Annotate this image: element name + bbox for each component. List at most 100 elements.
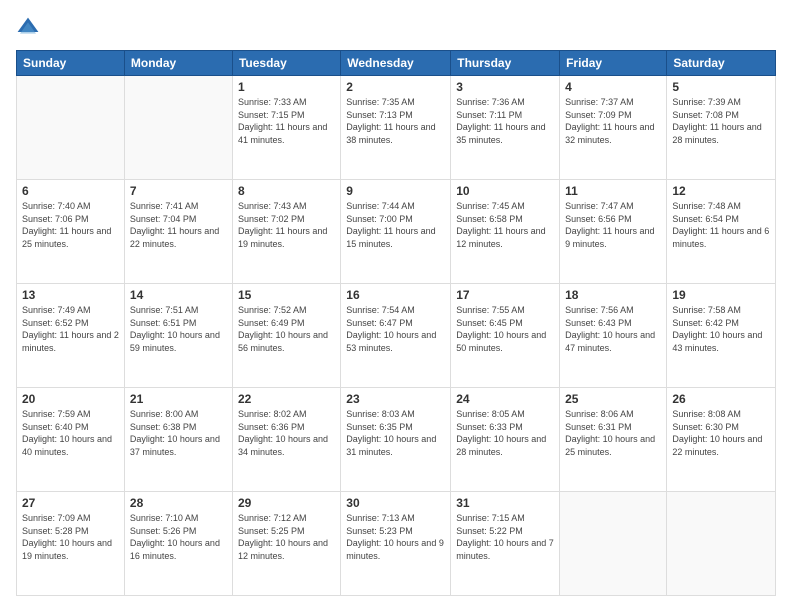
day-number: 8 <box>238 184 335 198</box>
calendar-cell <box>667 492 776 596</box>
calendar-week-3: 20 Sunrise: 7:59 AM Sunset: 6:40 PM Dayli… <box>17 388 776 492</box>
day-info: Sunrise: 7:43 AM Sunset: 7:02 PM Dayligh… <box>238 200 335 250</box>
calendar-cell: 29 Sunrise: 7:12 AM Sunset: 5:25 PM Dayli… <box>232 492 340 596</box>
day-number: 17 <box>456 288 554 302</box>
day-number: 29 <box>238 496 335 510</box>
day-number: 19 <box>672 288 770 302</box>
day-info: Sunrise: 8:03 AM Sunset: 6:35 PM Dayligh… <box>346 408 445 458</box>
day-number: 22 <box>238 392 335 406</box>
col-header-thursday: Thursday <box>451 51 560 76</box>
calendar-week-1: 6Sunrise: 7:40 AM Sunset: 7:06 PM Daylig… <box>17 180 776 284</box>
calendar-week-4: 27 Sunrise: 7:09 AM Sunset: 5:28 PM Dayli… <box>17 492 776 596</box>
day-info: Sunrise: 8:06 AM Sunset: 6:31 PM Dayligh… <box>565 408 661 458</box>
day-info: Sunrise: 7:55 AM Sunset: 6:45 PM Dayligh… <box>456 304 554 354</box>
calendar-cell: 3 Sunrise: 7:36 AM Sunset: 7:11 PM Daylig… <box>451 76 560 180</box>
calendar-cell: 25 Sunrise: 8:06 AM Sunset: 6:31 PM Dayli… <box>560 388 667 492</box>
calendar-cell: 7 Sunrise: 7:41 AM Sunset: 7:04 PM Daylig… <box>124 180 232 284</box>
day-number: 28 <box>130 496 227 510</box>
page: SundayMondayTuesdayWednesdayThursdayFrid… <box>0 0 792 612</box>
calendar-cell: 31Sunrise: 7:15 AM Sunset: 5:22 PM Dayli… <box>451 492 560 596</box>
logo <box>16 16 44 40</box>
calendar-cell: 6Sunrise: 7:40 AM Sunset: 7:06 PM Daylig… <box>17 180 125 284</box>
calendar-cell: 20 Sunrise: 7:59 AM Sunset: 6:40 PM Dayli… <box>17 388 125 492</box>
col-header-friday: Friday <box>560 51 667 76</box>
day-info: Sunrise: 8:02 AM Sunset: 6:36 PM Dayligh… <box>238 408 335 458</box>
calendar-cell <box>17 76 125 180</box>
day-info: Sunrise: 7:58 AM Sunset: 6:42 PM Dayligh… <box>672 304 770 354</box>
day-info: Sunrise: 7:59 AM Sunset: 6:40 PM Dayligh… <box>22 408 119 458</box>
day-number: 14 <box>130 288 227 302</box>
day-number: 2 <box>346 80 445 94</box>
day-info: Sunrise: 8:05 AM Sunset: 6:33 PM Dayligh… <box>456 408 554 458</box>
day-info: Sunrise: 7:12 AM Sunset: 5:25 PM Dayligh… <box>238 512 335 562</box>
calendar-header-row: SundayMondayTuesdayWednesdayThursdayFrid… <box>17 51 776 76</box>
calendar-week-2: 13 Sunrise: 7:49 AM Sunset: 6:52 PM Dayli… <box>17 284 776 388</box>
calendar-cell: 19 Sunrise: 7:58 AM Sunset: 6:42 PM Dayli… <box>667 284 776 388</box>
calendar-cell: 5Sunrise: 7:39 AM Sunset: 7:08 PM Daylig… <box>667 76 776 180</box>
calendar-week-0: 1 Sunrise: 7:33 AM Sunset: 7:15 PM Daylig… <box>17 76 776 180</box>
calendar-cell: 16 Sunrise: 7:54 AM Sunset: 6:47 PM Dayli… <box>341 284 451 388</box>
calendar-cell: 23Sunrise: 8:03 AM Sunset: 6:35 PM Dayli… <box>341 388 451 492</box>
day-info: Sunrise: 7:13 AM Sunset: 5:23 PM Dayligh… <box>346 512 445 562</box>
day-number: 26 <box>672 392 770 406</box>
calendar-cell: 12 Sunrise: 7:48 AM Sunset: 6:54 PM Dayli… <box>667 180 776 284</box>
day-info: Sunrise: 7:56 AM Sunset: 6:43 PM Dayligh… <box>565 304 661 354</box>
calendar-cell: 22 Sunrise: 8:02 AM Sunset: 6:36 PM Dayli… <box>232 388 340 492</box>
day-info: Sunrise: 7:49 AM Sunset: 6:52 PM Dayligh… <box>22 304 119 354</box>
day-number: 20 <box>22 392 119 406</box>
day-info: Sunrise: 7:09 AM Sunset: 5:28 PM Dayligh… <box>22 512 119 562</box>
day-info: Sunrise: 7:48 AM Sunset: 6:54 PM Dayligh… <box>672 200 770 250</box>
calendar-cell: 15 Sunrise: 7:52 AM Sunset: 6:49 PM Dayli… <box>232 284 340 388</box>
day-info: Sunrise: 7:54 AM Sunset: 6:47 PM Dayligh… <box>346 304 445 354</box>
day-number: 13 <box>22 288 119 302</box>
calendar-cell: 9Sunrise: 7:44 AM Sunset: 7:00 PM Daylig… <box>341 180 451 284</box>
col-header-saturday: Saturday <box>667 51 776 76</box>
day-info: Sunrise: 7:47 AM Sunset: 6:56 PM Dayligh… <box>565 200 661 250</box>
calendar-cell: 28 Sunrise: 7:10 AM Sunset: 5:26 PM Dayli… <box>124 492 232 596</box>
col-header-wednesday: Wednesday <box>341 51 451 76</box>
day-info: Sunrise: 7:52 AM Sunset: 6:49 PM Dayligh… <box>238 304 335 354</box>
calendar-cell: 24Sunrise: 8:05 AM Sunset: 6:33 PM Dayli… <box>451 388 560 492</box>
day-number: 18 <box>565 288 661 302</box>
day-number: 7 <box>130 184 227 198</box>
day-number: 25 <box>565 392 661 406</box>
day-info: Sunrise: 7:45 AM Sunset: 6:58 PM Dayligh… <box>456 200 554 250</box>
calendar-cell: 26 Sunrise: 8:08 AM Sunset: 6:30 PM Dayli… <box>667 388 776 492</box>
calendar-cell: 21Sunrise: 8:00 AM Sunset: 6:38 PM Dayli… <box>124 388 232 492</box>
calendar-cell: 13 Sunrise: 7:49 AM Sunset: 6:52 PM Dayli… <box>17 284 125 388</box>
calendar-cell: 30 Sunrise: 7:13 AM Sunset: 5:23 PM Dayli… <box>341 492 451 596</box>
day-info: Sunrise: 7:33 AM Sunset: 7:15 PM Dayligh… <box>238 96 335 146</box>
day-info: Sunrise: 7:41 AM Sunset: 7:04 PM Dayligh… <box>130 200 227 250</box>
logo-icon <box>16 16 40 40</box>
calendar-cell: 4Sunrise: 7:37 AM Sunset: 7:09 PM Daylig… <box>560 76 667 180</box>
day-info: Sunrise: 7:36 AM Sunset: 7:11 PM Dayligh… <box>456 96 554 146</box>
calendar-cell: 11Sunrise: 7:47 AM Sunset: 6:56 PM Dayli… <box>560 180 667 284</box>
col-header-monday: Monday <box>124 51 232 76</box>
calendar-table: SundayMondayTuesdayWednesdayThursdayFrid… <box>16 50 776 596</box>
calendar-cell <box>560 492 667 596</box>
calendar-cell: 8 Sunrise: 7:43 AM Sunset: 7:02 PM Daylig… <box>232 180 340 284</box>
day-number: 31 <box>456 496 554 510</box>
day-info: Sunrise: 7:37 AM Sunset: 7:09 PM Dayligh… <box>565 96 661 146</box>
day-info: Sunrise: 8:08 AM Sunset: 6:30 PM Dayligh… <box>672 408 770 458</box>
day-info: Sunrise: 7:35 AM Sunset: 7:13 PM Dayligh… <box>346 96 445 146</box>
day-number: 9 <box>346 184 445 198</box>
day-number: 12 <box>672 184 770 198</box>
day-number: 16 <box>346 288 445 302</box>
day-number: 1 <box>238 80 335 94</box>
day-number: 3 <box>456 80 554 94</box>
day-number: 15 <box>238 288 335 302</box>
day-number: 27 <box>22 496 119 510</box>
header <box>16 16 776 40</box>
calendar-cell: 10 Sunrise: 7:45 AM Sunset: 6:58 PM Dayli… <box>451 180 560 284</box>
calendar-cell: 14Sunrise: 7:51 AM Sunset: 6:51 PM Dayli… <box>124 284 232 388</box>
col-header-tuesday: Tuesday <box>232 51 340 76</box>
day-number: 30 <box>346 496 445 510</box>
calendar-cell: 2 Sunrise: 7:35 AM Sunset: 7:13 PM Daylig… <box>341 76 451 180</box>
calendar-cell: 17 Sunrise: 7:55 AM Sunset: 6:45 PM Dayli… <box>451 284 560 388</box>
day-number: 10 <box>456 184 554 198</box>
day-info: Sunrise: 7:10 AM Sunset: 5:26 PM Dayligh… <box>130 512 227 562</box>
calendar-cell <box>124 76 232 180</box>
calendar-cell: 18 Sunrise: 7:56 AM Sunset: 6:43 PM Dayli… <box>560 284 667 388</box>
calendar-cell: 1 Sunrise: 7:33 AM Sunset: 7:15 PM Daylig… <box>232 76 340 180</box>
